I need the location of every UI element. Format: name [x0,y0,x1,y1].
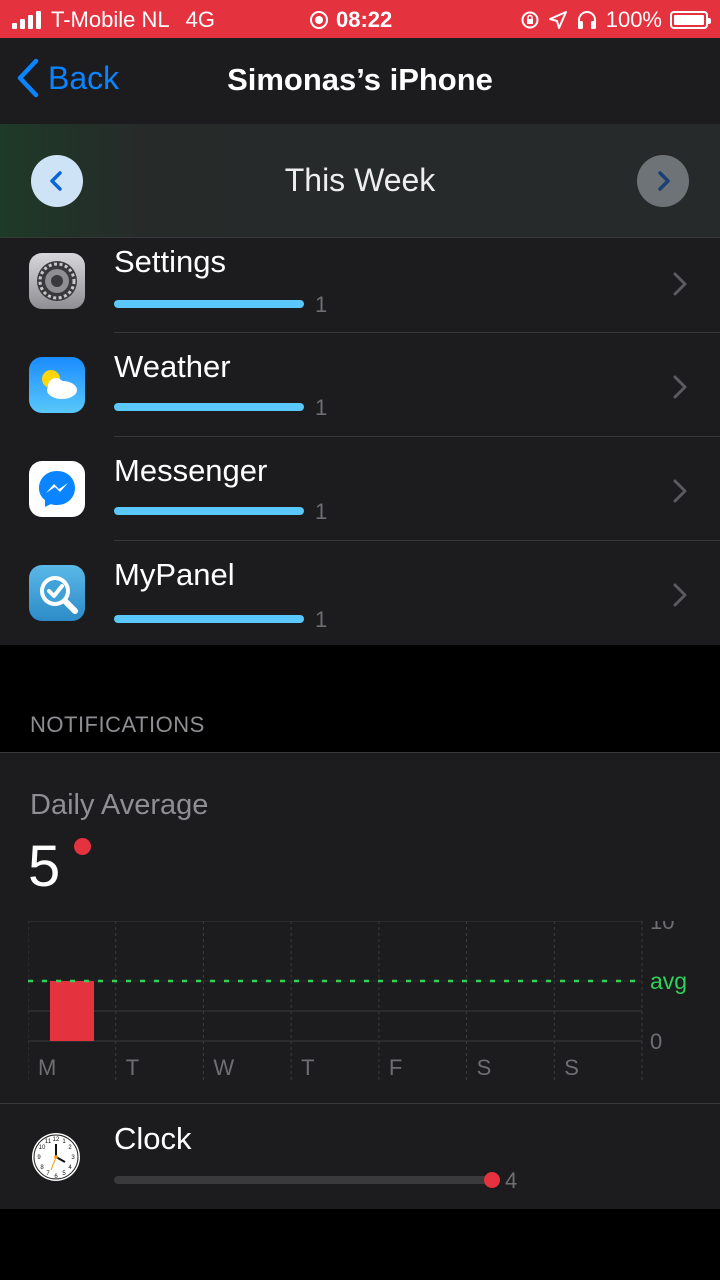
usage-bar [114,615,304,623]
svg-text:10: 10 [39,1145,46,1151]
recording-icon [310,11,328,29]
location-icon [548,11,567,29]
svg-text:12: 12 [53,1137,60,1143]
status-bar: T-Mobile NL 4G 08:22 100% [0,0,720,38]
usage-bar [114,300,304,308]
x-tick-label: S [564,1055,579,1080]
week-title: This Week [284,162,436,198]
carrier-label: T-Mobile NL [51,7,170,32]
list-item[interactable]: Weather 1 [0,333,720,437]
clock-icon: 12 12 345 678 91011 [32,1133,80,1181]
status-time: 08:22 [336,7,393,32]
lock-rotation-icon [521,11,539,29]
app-usage-list: Settings 1 Weather 1 Messenger 1 MyPanel… [0,238,720,645]
notification-count-track [114,1176,492,1184]
usage-count: 1 [315,499,328,524]
daily-average-label: Daily Average [30,789,209,821]
headphones-icon [577,11,596,29]
list-item[interactable]: Messenger 1 [0,437,720,541]
chevron-right-icon [673,583,687,607]
mypanel-icon [29,565,85,621]
notification-count-marker [484,1172,500,1188]
next-week-button[interactable] [637,155,689,207]
list-item[interactable]: MyPanel 1 [0,541,720,645]
chevron-right-icon [673,272,687,296]
x-tick-label: T [126,1055,139,1080]
list-item[interactable]: Settings 1 [0,238,720,333]
section-header: NOTIFICATIONS [30,712,205,737]
app-name: MyPanel [114,557,235,592]
chart-bar [50,981,94,1041]
usage-count: 1 [315,607,328,632]
chevron-right-icon [658,171,670,191]
notification-dot-icon [74,838,91,855]
list-item[interactable]: 12 1 2 345 678 9 10 11 Clock 4 [0,1103,720,1209]
weather-icon [29,357,85,413]
x-tick-label: M [38,1055,56,1080]
network-label: 4G [185,7,215,32]
x-tick-label: W [213,1055,234,1080]
notification-count: 4 [505,1168,518,1193]
usage-bar [114,403,304,411]
daily-average-value: 5 [28,834,61,899]
svg-text:11: 11 [45,1139,52,1145]
usage-bar [114,507,304,515]
usage-count: 1 [315,292,328,317]
navigation-bar: Back Simonas’s iPhone [0,38,720,125]
y-tick-label: 10 [650,921,674,934]
usage-count: 1 [315,395,328,420]
page-title: Simonas’s iPhone [227,62,493,97]
app-name: Clock [114,1121,192,1156]
x-tick-label: S [477,1055,492,1080]
app-name: Settings [114,244,227,279]
y-tick-label: 0 [650,1029,662,1054]
app-name: Messenger [114,453,268,488]
notifications-chart: avg 10 0 M T W T F S S [28,921,687,1081]
battery-icon [670,11,711,29]
messenger-icon [29,461,85,517]
x-tick-label: T [301,1055,314,1080]
week-selector: This Week [0,124,720,238]
notifications-card: Daily Average 5 avg 10 0 M T W T F S S 12 1 2 345 6… [0,752,720,1209]
chevron-right-icon [673,479,687,503]
battery-percent: 100% [605,7,662,32]
x-tick-label: F [389,1055,402,1080]
app-name: Weather [114,349,231,384]
signal-icon [12,11,41,29]
settings-icon [29,253,85,309]
chevron-right-icon [673,375,687,399]
average-label: avg [650,968,687,994]
